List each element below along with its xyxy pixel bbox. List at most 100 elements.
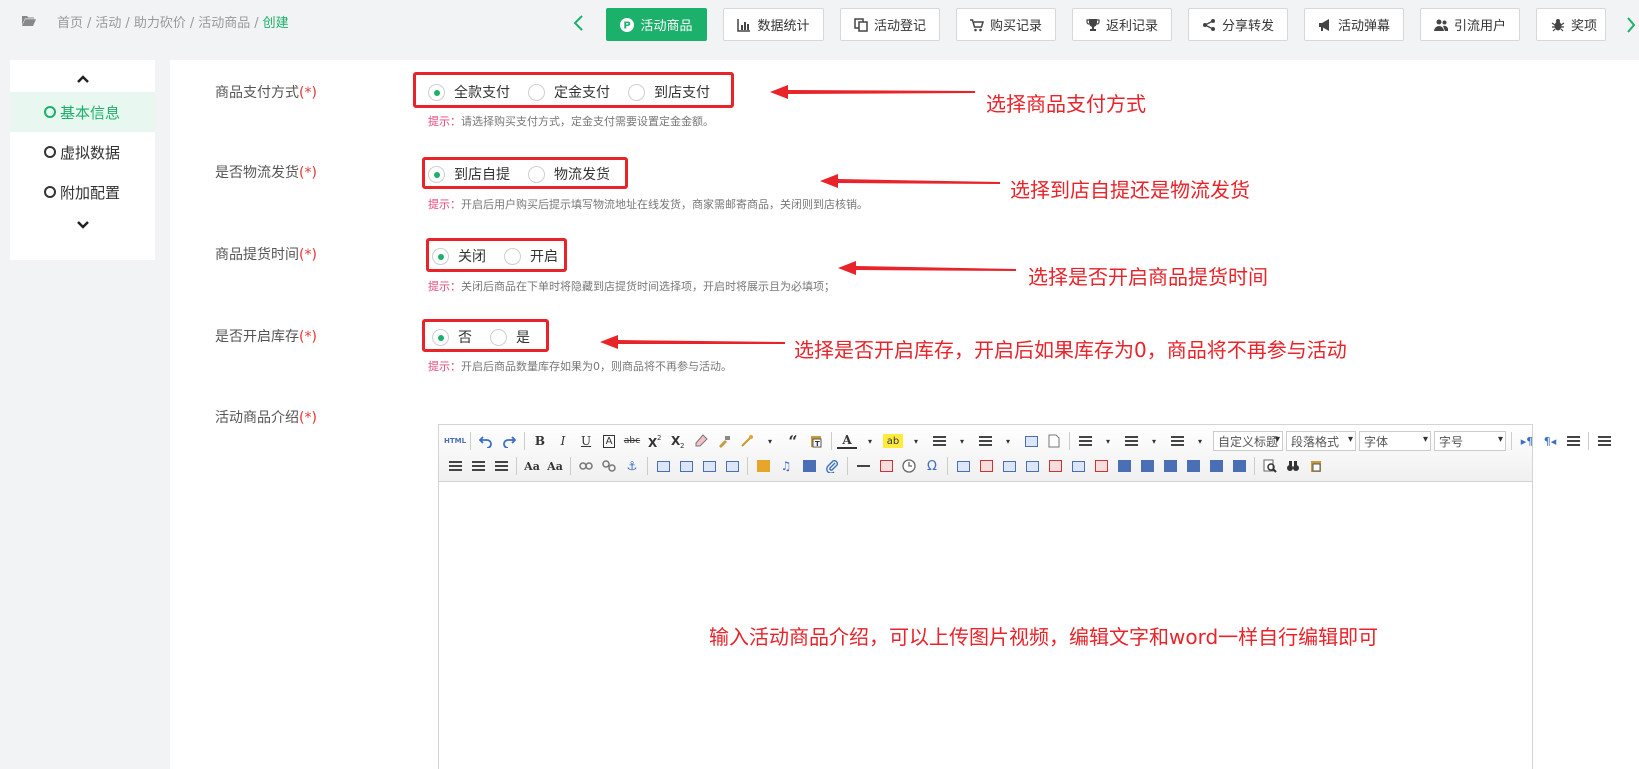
tab-data-stats[interactable]: 数据统计 <box>723 8 824 41</box>
merge-cells-icon[interactable] <box>1114 456 1134 476</box>
auto-format-icon[interactable] <box>737 431 757 451</box>
split-cells-icon[interactable] <box>1183 456 1203 476</box>
insert-row-icon[interactable] <box>1022 456 1042 476</box>
underline-icon[interactable]: U <box>576 431 596 451</box>
subscript-icon[interactable]: X2 <box>668 431 688 451</box>
delete-col-icon[interactable] <box>1091 456 1111 476</box>
delete-table-icon[interactable] <box>976 456 996 476</box>
undo-icon[interactable] <box>476 431 496 451</box>
custom-title-select[interactable]: 自定义标题 <box>1213 431 1283 451</box>
radio-store-pickup[interactable]: 到店自提 <box>428 164 510 184</box>
align-center-icon[interactable] <box>445 456 465 476</box>
breadcrumb-activity[interactable]: 活动 <box>95 16 121 31</box>
to-lowercase-icon[interactable]: Aa <box>545 456 565 476</box>
breadcrumb-products[interactable]: 活动商品 <box>198 16 250 31</box>
tab-activity-danmaku[interactable]: 活动弹幕 <box>1304 8 1404 41</box>
tab-traffic-users[interactable]: 引流用户 <box>1420 8 1520 41</box>
merge-right-icon[interactable] <box>1137 456 1157 476</box>
dropdown-arrow-icon[interactable]: ▾ <box>1098 431 1118 451</box>
align-left-icon[interactable] <box>1594 431 1614 451</box>
align-justify-icon[interactable] <box>491 456 511 476</box>
format-brush-icon[interactable] <box>714 431 734 451</box>
tab-activity-products[interactable]: P 活动商品 <box>606 8 707 41</box>
chevron-up-icon[interactable] <box>76 74 90 84</box>
nav-item-virtual-data[interactable]: 虚拟数据 <box>10 132 155 172</box>
row-spacing-bottom-icon[interactable] <box>1121 431 1141 451</box>
paragraph-format-select[interactable]: 段落格式 <box>1286 431 1356 451</box>
date-icon[interactable] <box>876 456 896 476</box>
video-icon[interactable] <box>799 456 819 476</box>
special-char-icon[interactable]: Ω <box>922 456 942 476</box>
tab-awards[interactable]: 奖项 <box>1536 8 1606 41</box>
tab-purchase-records[interactable]: 购买记录 <box>956 8 1056 41</box>
paste-text-icon[interactable]: T <box>806 431 826 451</box>
breadcrumb-bargain[interactable]: 助力砍价 <box>134 16 186 31</box>
clear-doc-icon[interactable] <box>1044 431 1064 451</box>
image-left-icon[interactable] <box>676 456 696 476</box>
dropdown-arrow-icon[interactable]: ▾ <box>906 431 926 451</box>
split-cols-icon[interactable] <box>1229 456 1249 476</box>
html-source-button[interactable]: HTML <box>444 431 466 451</box>
radio-pickup-time-off[interactable]: 关闭 <box>432 246 486 266</box>
ordered-list-icon[interactable] <box>929 431 949 451</box>
time-icon[interactable] <box>899 456 919 476</box>
redo-icon[interactable] <box>499 431 519 451</box>
draft-icon[interactable] <box>1306 456 1326 476</box>
music-icon[interactable]: ♫ <box>776 456 796 476</box>
align-right-icon[interactable] <box>468 456 488 476</box>
to-uppercase-icon[interactable]: Aa <box>522 456 542 476</box>
tab-activity-register[interactable]: 活动登记 <box>840 8 940 41</box>
select-all-icon[interactable] <box>1021 431 1041 451</box>
unordered-list-icon[interactable] <box>975 431 995 451</box>
anchor-icon[interactable]: ⚓ <box>622 456 642 476</box>
strikethrough-icon[interactable]: abc <box>622 431 642 451</box>
delete-row-icon[interactable] <box>1045 456 1065 476</box>
insert-image-icon[interactable] <box>753 456 773 476</box>
split-rows-icon[interactable] <box>1206 456 1226 476</box>
ltr-icon[interactable]: ▸¶ <box>1517 431 1537 451</box>
font-color-icon[interactable]: A <box>837 433 857 449</box>
search-replace-icon[interactable] <box>1283 456 1303 476</box>
bold-icon[interactable]: B <box>530 431 550 451</box>
unlink-icon[interactable] <box>599 456 619 476</box>
radio-logistics-shipping[interactable]: 物流发货 <box>528 164 610 184</box>
eraser-icon[interactable] <box>691 431 711 451</box>
radio-instore-payment[interactable]: 到店支付 <box>628 82 710 102</box>
radio-stock-on[interactable]: 是 <box>490 327 530 347</box>
italic-icon[interactable]: I <box>553 431 573 451</box>
dropdown-arrow-icon[interactable]: ▾ <box>1190 431 1210 451</box>
font-size-select[interactable]: 字号 <box>1434 431 1506 451</box>
nav-item-basic-info[interactable]: 基本信息 <box>10 92 155 132</box>
font-border-icon[interactable]: A <box>599 431 619 451</box>
insert-paragraph-before-table-icon[interactable] <box>999 456 1019 476</box>
dropdown-arrow-icon[interactable]: ▾ <box>952 431 972 451</box>
rtl-icon[interactable]: ¶◂ <box>1540 431 1560 451</box>
radio-full-payment[interactable]: 全款支付 <box>428 82 510 102</box>
dropdown-arrow-icon[interactable]: ▾ <box>760 431 780 451</box>
image-none-icon[interactable] <box>653 456 673 476</box>
tab-share-forward[interactable]: 分享转发 <box>1188 8 1288 41</box>
dropdown-arrow-icon[interactable]: ▾ <box>860 431 880 451</box>
blockquote-icon[interactable]: “ <box>783 431 803 451</box>
image-center-icon[interactable] <box>722 456 742 476</box>
preview-icon[interactable] <box>1260 456 1280 476</box>
line-height-icon[interactable] <box>1167 431 1187 451</box>
horizontal-rule-icon[interactable] <box>853 456 873 476</box>
image-right-icon[interactable] <box>699 456 719 476</box>
dropdown-arrow-icon[interactable]: ▾ <box>1144 431 1164 451</box>
insert-table-icon[interactable] <box>953 456 973 476</box>
radio-deposit-payment[interactable]: 定金支付 <box>528 82 610 102</box>
merge-down-icon[interactable] <box>1160 456 1180 476</box>
nav-item-extra-config[interactable]: 附加配置 <box>10 172 155 212</box>
chevron-down-icon[interactable] <box>76 220 90 230</box>
dropdown-arrow-icon[interactable]: ▾ <box>998 431 1018 451</box>
indent-icon[interactable] <box>1563 431 1583 451</box>
highlight-color-icon[interactable]: ab <box>883 434 903 448</box>
chevron-left-icon[interactable] <box>571 14 585 32</box>
superscript-icon[interactable]: X2 <box>645 431 665 451</box>
insert-col-icon[interactable] <box>1068 456 1088 476</box>
editor-content-area[interactable] <box>439 482 1532 769</box>
link-icon[interactable] <box>576 456 596 476</box>
breadcrumb-home[interactable]: 首页 <box>57 16 83 31</box>
font-family-select[interactable]: 字体 <box>1359 431 1431 451</box>
